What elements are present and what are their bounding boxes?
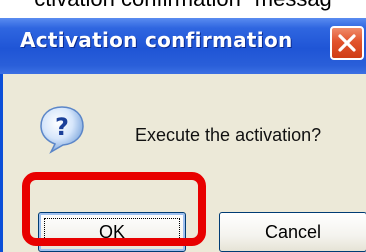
ok-highlight-annotation [22,172,206,246]
close-button[interactable] [330,26,364,60]
question-help-icon: ? [40,106,84,154]
close-icon [338,34,356,52]
confirmation-message: Execute the activation? [135,125,322,145]
screenshot-stage: ctivation confirmation" messag Activatio… [0,0,366,252]
title-bar[interactable]: Activation confirmation [0,18,366,74]
cancel-button[interactable]: Cancel [219,212,366,252]
cancel-button-label: Cancel [264,221,322,242]
svg-text:?: ? [55,113,69,141]
caption-text: ctivation confirmation" messag [0,0,366,12]
dialog-title: Activation confirmation [20,28,293,52]
